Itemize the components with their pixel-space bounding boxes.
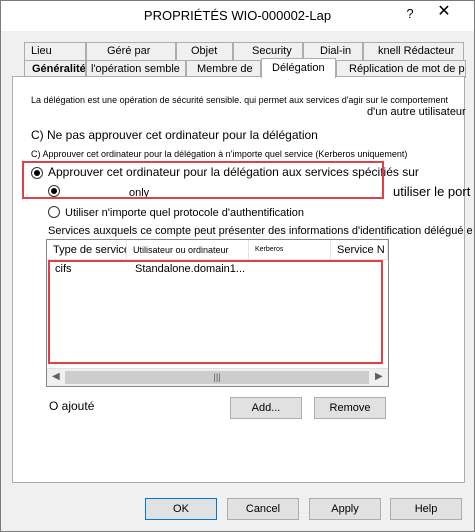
- column-service-type[interactable]: Type de service: [47, 240, 127, 260]
- cancel-button[interactable]: Cancel: [227, 498, 299, 520]
- scroll-thumb[interactable]: |||: [65, 371, 369, 384]
- option-no-trust[interactable]: C) Ne pas approuver cet ordinateur pour …: [31, 128, 318, 142]
- column-kerberos[interactable]: Kerberos: [249, 240, 331, 260]
- expanded-checkbox-label[interactable]: O ajouté: [49, 399, 94, 413]
- scroll-left-icon[interactable]: ◀: [52, 371, 60, 382]
- properties-window: PROPRIÉTÉS WIO-000002-Lap ? ✕ Lieu Géré …: [0, 0, 475, 532]
- tab-attribute-editor[interactable]: knell Rédacteur: [363, 42, 464, 60]
- tab-lieu[interactable]: Lieu: [24, 42, 86, 60]
- tab-gere-par[interactable]: Géré par: [86, 42, 176, 60]
- any-protocol-radio[interactable]: [48, 206, 60, 218]
- help-button[interactable]: Help: [390, 498, 462, 520]
- option-any-protocol[interactable]: Utiliser n'importe quel protocole d'auth…: [65, 207, 304, 219]
- highlight-services-list: [48, 260, 383, 364]
- horizontal-scrollbar[interactable]: ◀ ||| ▶: [47, 368, 388, 386]
- add-button[interactable]: Add...: [230, 397, 302, 419]
- option-any-service[interactable]: C) Approuver cet ordinateur pour la délé…: [31, 149, 407, 159]
- intro-text-line1: La délégation est une opération de sécur…: [31, 95, 448, 105]
- ok-button[interactable]: OK: [145, 498, 217, 520]
- highlight-specified-services: [22, 161, 384, 199]
- overflow-text: utiliser le port: [393, 184, 471, 199]
- scroll-right-icon[interactable]: ▶: [375, 371, 383, 382]
- services-list-header: Type de service Utilisateur ou ordinateu…: [47, 240, 388, 260]
- tab-objet[interactable]: Objet: [176, 42, 233, 60]
- services-list-label: Services auxquels ce compte peut présent…: [48, 225, 475, 237]
- remove-button[interactable]: Remove: [314, 397, 386, 419]
- help-icon[interactable]: ?: [395, 3, 425, 25]
- close-icon[interactable]: ✕: [429, 1, 459, 23]
- column-service-name[interactable]: Service N: [331, 240, 388, 260]
- apply-button[interactable]: Apply: [309, 498, 381, 520]
- title-bar: PROPRIÉTÉS WIO-000002-Lap ? ✕: [1, 1, 474, 31]
- tab-delegation[interactable]: Délégation: [261, 58, 336, 78]
- intro-text-line2: d'un autre utilisateur: [367, 106, 466, 118]
- column-user-or-computer[interactable]: Utilisateur ou ordinateur: [127, 240, 249, 260]
